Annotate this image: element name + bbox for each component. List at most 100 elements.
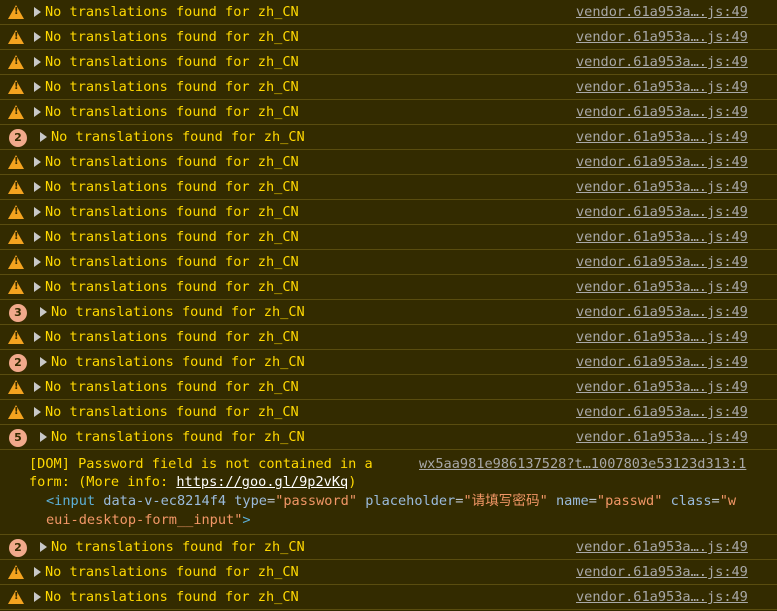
expand-triangle-icon[interactable]	[34, 232, 41, 242]
expand-triangle-icon[interactable]	[34, 382, 41, 392]
expand-triangle-icon[interactable]	[34, 107, 41, 117]
console-message-row[interactable]: No translations found for zh_CN vendor.61…	[0, 225, 777, 250]
expand-triangle-icon[interactable]	[40, 357, 47, 367]
dom-message-source-link[interactable]: wx5aa981e986137528?t…1007803e53123d313:1	[419, 455, 746, 473]
source-link[interactable]: vendor.61a953a….js:49	[576, 128, 748, 146]
source-link[interactable]: vendor.61a953a….js:49	[576, 203, 748, 221]
console-message-row[interactable]: No translations found for zh_CN vendor.61…	[0, 325, 777, 350]
console-message-row[interactable]: No translations found for zh_CN vendor.61…	[0, 100, 777, 125]
expand-triangle-icon[interactable]	[40, 432, 47, 442]
expand-triangle-icon[interactable]	[34, 592, 41, 602]
console-messages-before: No translations found for zh_CN vendor.61…	[0, 0, 777, 450]
console-message-text: No translations found for zh_CN	[45, 564, 299, 580]
console-message-row[interactable]: No translations found for zh_CN vendor.61…	[0, 250, 777, 275]
expand-triangle-icon[interactable]	[34, 332, 41, 342]
repeat-count-badge: 2	[7, 128, 27, 147]
console-message-row[interactable]: No translations found for zh_CN vendor.61…	[0, 275, 777, 300]
warning-icon	[7, 28, 25, 46]
repeat-count: 2	[9, 129, 27, 147]
console-message-text: No translations found for zh_CN	[45, 154, 299, 170]
console-message-row[interactable]: No translations found for zh_CN vendor.61…	[0, 150, 777, 175]
console-message-row[interactable]: No translations found for zh_CN vendor.61…	[0, 585, 777, 610]
source-link[interactable]: vendor.61a953a….js:49	[576, 53, 748, 71]
warning-icon	[8, 590, 24, 604]
expand-triangle-icon[interactable]	[34, 182, 41, 192]
source-link[interactable]: vendor.61a953a….js:49	[576, 253, 748, 271]
element-attr-value: "w	[719, 493, 737, 509]
console-message-text: No translations found for zh_CN	[51, 304, 305, 320]
expand-triangle-icon[interactable]	[34, 257, 41, 267]
console-message-row[interactable]: No translations found for zh_CN vendor.61…	[0, 400, 777, 425]
source-link[interactable]: vendor.61a953a….js:49	[576, 78, 748, 96]
expand-triangle-icon[interactable]	[34, 282, 41, 292]
warning-icon	[7, 403, 25, 421]
console-message-text: No translations found for zh_CN	[45, 254, 299, 270]
element-attr-name: type	[234, 493, 267, 509]
expand-triangle-icon[interactable]	[34, 407, 41, 417]
dom-warning-message[interactable]: [DOM] Password field is not contained in…	[0, 450, 777, 535]
expand-triangle-icon[interactable]	[34, 157, 41, 167]
expand-triangle-icon[interactable]	[34, 567, 41, 577]
expand-triangle-icon[interactable]	[40, 307, 47, 317]
expand-triangle-icon[interactable]	[40, 132, 47, 142]
warning-icon	[8, 230, 24, 244]
dom-message-line1: [DOM] Password field is not contained in…	[29, 455, 373, 473]
source-link[interactable]: vendor.61a953a….js:49	[576, 228, 748, 246]
console-message-row[interactable]: No translations found for zh_CN vendor.61…	[0, 560, 777, 585]
dom-element-line2[interactable]: eui-desktop-form__input">	[46, 511, 251, 529]
more-info-link[interactable]: https://goo.gl/9p2vKq	[176, 474, 348, 490]
console-message-row[interactable]: No translations found for zh_CN vendor.61…	[0, 200, 777, 225]
source-link[interactable]: vendor.61a953a….js:49	[576, 563, 748, 581]
console-message-row[interactable]: 3 No translations found for zh_CN vendor.6…	[0, 300, 777, 325]
source-link[interactable]: vendor.61a953a….js:49	[576, 588, 748, 606]
warning-icon	[7, 378, 25, 396]
source-link[interactable]: vendor.61a953a….js:49	[576, 153, 748, 171]
console-message-row[interactable]: 2 No translations found for zh_CN vendor.6…	[0, 350, 777, 375]
source-link[interactable]: vendor.61a953a….js:49	[576, 378, 748, 396]
console-message-text: No translations found for zh_CN	[45, 379, 299, 395]
source-link[interactable]: vendor.61a953a….js:49	[576, 353, 748, 371]
warning-icon	[8, 205, 24, 219]
source-link[interactable]: vendor.61a953a….js:49	[576, 103, 748, 121]
warning-icon	[8, 565, 24, 579]
source-link[interactable]: vendor.61a953a….js:49	[576, 28, 748, 46]
expand-triangle-icon[interactable]	[40, 542, 47, 552]
source-link[interactable]: vendor.61a953a….js:49	[576, 403, 748, 421]
source-link[interactable]: vendor.61a953a….js:49	[576, 278, 748, 296]
console-message-row[interactable]: No translations found for zh_CN vendor.61…	[0, 175, 777, 200]
console-message-text: No translations found for zh_CN	[45, 4, 299, 20]
source-link[interactable]: vendor.61a953a….js:49	[576, 178, 748, 196]
console-message-row[interactable]: No translations found for zh_CN vendor.61…	[0, 75, 777, 100]
source-link[interactable]: vendor.61a953a….js:49	[576, 328, 748, 346]
console-message-row[interactable]: No translations found for zh_CN vendor.61…	[0, 0, 777, 25]
warning-icon	[8, 80, 24, 94]
console-message-row[interactable]: No translations found for zh_CN vendor.61…	[0, 50, 777, 75]
source-link[interactable]: vendor.61a953a….js:49	[576, 428, 748, 446]
repeat-count-badge: 2	[7, 538, 27, 557]
element-tag-open: <input	[46, 493, 96, 509]
element-tag-close: >	[242, 512, 251, 528]
console-message-row[interactable]: No translations found for zh_CN vendor.61…	[0, 375, 777, 400]
console-message-row[interactable]: 2 No translations found for zh_CN vendor.6…	[0, 125, 777, 150]
warning-icon	[7, 153, 25, 171]
expand-triangle-icon[interactable]	[34, 207, 41, 217]
source-link[interactable]: vendor.61a953a….js:49	[576, 538, 748, 556]
expand-triangle-icon[interactable]	[34, 57, 41, 67]
expand-triangle-icon[interactable]	[34, 32, 41, 42]
source-link[interactable]: vendor.61a953a….js:49	[576, 303, 748, 321]
console-message-text: No translations found for zh_CN	[51, 354, 305, 370]
source-link[interactable]: vendor.61a953a….js:49	[576, 3, 748, 21]
console-message-row[interactable]: 2 No translations found for zh_CN vendor.6…	[0, 535, 777, 560]
element-attr-value: eui-desktop-form__input"	[46, 512, 243, 528]
expand-triangle-icon[interactable]	[34, 82, 41, 92]
console-message-row[interactable]: No translations found for zh_CN vendor.61…	[0, 25, 777, 50]
dom-element-line1[interactable]: <input data-v-ec8214f4 type="password" p…	[46, 492, 736, 510]
console-panel: No translations found for zh_CN vendor.61…	[0, 0, 777, 611]
element-attr-name: placeholder	[365, 493, 456, 509]
console-message-row[interactable]: 5 No translations found for zh_CN vendor.6…	[0, 425, 777, 450]
repeat-count-badge: 3	[7, 303, 27, 322]
warning-icon	[7, 563, 25, 581]
warning-icon	[7, 203, 25, 221]
repeat-count-badge: 2	[7, 353, 27, 372]
expand-triangle-icon[interactable]	[34, 7, 41, 17]
